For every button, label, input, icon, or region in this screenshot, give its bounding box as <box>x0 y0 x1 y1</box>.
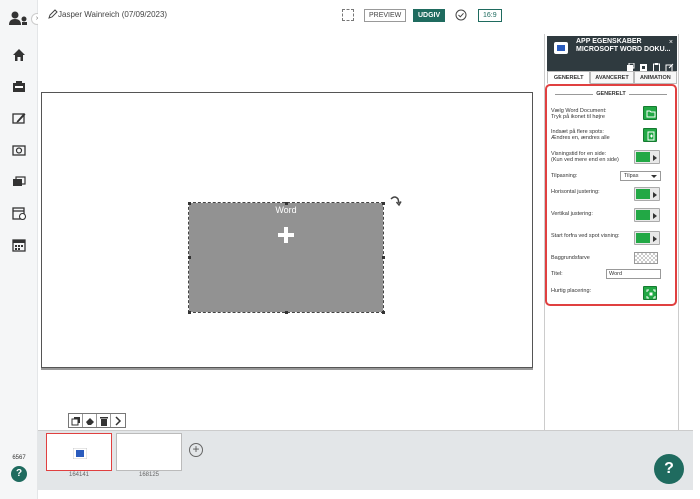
slide-thumbnail[interactable] <box>46 433 112 471</box>
resize-handle[interactable] <box>382 256 385 259</box>
quick-place-button[interactable] <box>643 286 657 300</box>
grid-toggle-button[interactable] <box>342 9 354 21</box>
slide-toolbar <box>68 413 126 428</box>
preview-button[interactable]: PREVIEW <box>364 9 407 22</box>
choose-document-button[interactable] <box>643 106 657 120</box>
display-time-dropdown[interactable] <box>634 150 660 164</box>
resize-handle[interactable] <box>382 311 385 314</box>
section-title: GENERELT <box>547 91 675 97</box>
slide-thumbnail-label: 164141 <box>68 472 90 478</box>
resize-handle[interactable] <box>188 202 191 205</box>
close-icon[interactable]: × <box>669 39 673 46</box>
tab-advanced[interactable]: AVANCERET <box>590 71 634 84</box>
fit-select[interactable]: Tilpas <box>620 171 661 181</box>
resize-handle[interactable] <box>188 311 191 314</box>
trash-icon[interactable] <box>97 414 111 427</box>
add-slide-button[interactable]: + <box>189 443 203 457</box>
left-sidebar: › 6567 ? <box>0 0 43 499</box>
expand-icon <box>646 289 656 299</box>
resize-handle[interactable] <box>285 311 288 314</box>
pencil-icon[interactable] <box>48 9 58 19</box>
resize-handle[interactable] <box>188 256 191 259</box>
quick-place-label: Hurtig placering: <box>551 288 592 294</box>
eraser-icon[interactable] <box>83 414 97 427</box>
align-center-icon <box>636 189 650 199</box>
editor-user-label: Jasper Wainreich (07/09/2023) <box>58 10 168 19</box>
account-count: 6567 <box>12 455 26 461</box>
calendar-icon[interactable] <box>11 237 27 253</box>
vertical-alignment-label: Vertikal justering: <box>551 211 593 217</box>
aspect-ratio-button[interactable]: 16:9 <box>478 9 502 22</box>
multi-spots-label: Indsæt på flere spots: Ændres en, ændres… <box>551 129 637 141</box>
cards-icon[interactable] <box>11 174 27 190</box>
horizontal-alignment-dropdown[interactable] <box>634 187 660 201</box>
choose-document-label: Vælg Word Document: Tryk på ikonet til h… <box>551 108 637 120</box>
clipboard-icon[interactable] <box>652 59 661 72</box>
slide-thumbnail[interactable] <box>116 433 182 471</box>
align-middle-icon <box>636 210 650 220</box>
word-app-icon <box>554 42 568 54</box>
restart-dropdown[interactable] <box>634 231 660 245</box>
rotate-icon[interactable] <box>388 194 402 208</box>
users-icon[interactable] <box>8 10 30 26</box>
duplicate-icon[interactable] <box>69 414 83 427</box>
sidebar-help-button[interactable]: ? <box>11 466 27 482</box>
tab-animation[interactable]: ANIMATION <box>633 71 677 84</box>
display-time-label: Visningstid for en side: (Kun ved mere e… <box>551 151 637 163</box>
help-button[interactable]: ? <box>654 454 684 484</box>
label-line: (Kun ved mere end en side) <box>551 157 619 163</box>
restart-icon <box>636 233 650 243</box>
publish-button[interactable]: UDGIV <box>413 9 446 22</box>
display-icon[interactable] <box>11 79 27 95</box>
multi-spots-button[interactable] <box>643 128 657 142</box>
slide-thumbnail-label: 168125 <box>138 472 160 478</box>
label-line: Ændres en, ændres alle <box>551 135 610 141</box>
edit-screen-icon[interactable] <box>11 110 27 126</box>
word-icon <box>73 448 87 459</box>
paste-icon[interactable] <box>639 59 648 71</box>
home-icon[interactable] <box>11 47 27 63</box>
horizontal-alignment-label: Horisontal justering: <box>551 189 600 195</box>
plus-icon[interactable] <box>276 225 296 245</box>
word-app-element[interactable]: Word <box>188 202 384 313</box>
title-input[interactable] <box>606 269 661 279</box>
folder-icon <box>646 110 656 118</box>
background-color-label: Baggrundsfarve <box>551 255 590 261</box>
background-color-picker[interactable] <box>634 252 658 264</box>
timer-icon <box>636 152 650 162</box>
vertical-alignment-dropdown[interactable] <box>634 208 660 222</box>
copy-icon[interactable] <box>626 59 635 71</box>
resize-handle[interactable] <box>382 202 385 205</box>
document-link-icon <box>647 131 655 141</box>
resize-handle[interactable] <box>285 202 288 205</box>
panel-tools <box>626 59 674 72</box>
export-icon[interactable] <box>665 59 674 72</box>
label-line: Tryk på ikonet til højre <box>551 114 605 120</box>
panel-tabs: GENERELT AVANCERET ANIMATION <box>547 71 677 84</box>
chevron-right-icon[interactable] <box>111 414 125 427</box>
panel-title-line: MICROSOFT WORD DOKU... <box>576 46 671 53</box>
app-element-title: Word <box>275 205 297 215</box>
panel-header: APP EGENSKABER MICROSOFT WORD DOKU... × <box>547 36 677 72</box>
restart-label: Start forfra ved spot visning: <box>551 233 620 239</box>
panel-title-line: APP EGENSKABER <box>576 38 642 45</box>
schedule-icon[interactable] <box>11 205 27 221</box>
tab-general[interactable]: GENERELT <box>547 71 591 84</box>
panel-title: APP EGENSKABER MICROSOFT WORD DOKU... <box>576 38 672 54</box>
media-icon[interactable] <box>11 142 27 158</box>
check-icon[interactable] <box>455 9 467 21</box>
